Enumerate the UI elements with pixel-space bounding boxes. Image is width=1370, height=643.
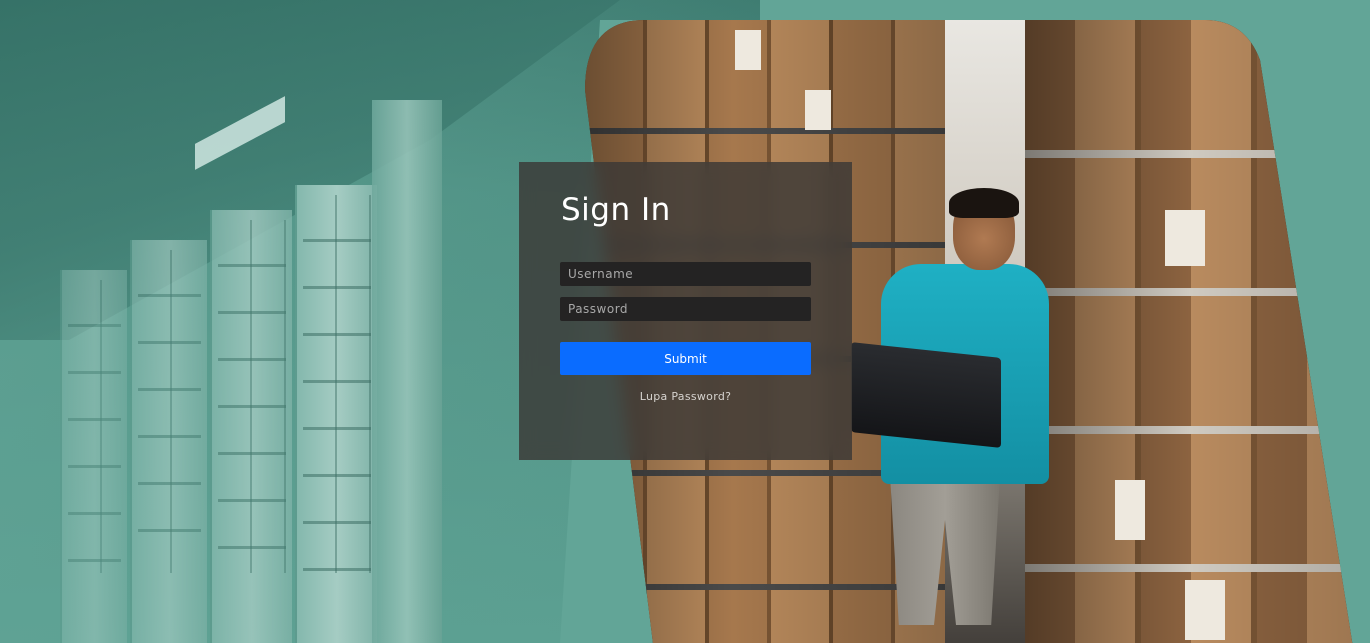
archive-shelf-right bbox=[1025, 20, 1355, 643]
box-label bbox=[1115, 480, 1145, 540]
archive-cabinet bbox=[295, 185, 377, 643]
box-label bbox=[1185, 580, 1225, 640]
sign-in-card: Sign In Submit Lupa Password? bbox=[519, 162, 852, 460]
login-page: Sign In Submit Lupa Password? bbox=[0, 0, 1370, 643]
box-label bbox=[805, 90, 831, 130]
sign-in-title: Sign In bbox=[561, 192, 671, 228]
archive-column bbox=[372, 100, 442, 643]
submit-button[interactable]: Submit bbox=[560, 342, 811, 375]
archive-cabinet bbox=[60, 270, 127, 643]
archive-cabinet bbox=[210, 210, 292, 643]
forgot-password-link[interactable]: Lupa Password? bbox=[519, 390, 852, 403]
box-label bbox=[735, 30, 761, 70]
archive-cabinet bbox=[130, 240, 207, 643]
laptop bbox=[851, 342, 1001, 448]
username-input[interactable] bbox=[560, 262, 811, 286]
password-input[interactable] bbox=[560, 297, 811, 321]
person-hair bbox=[949, 188, 1019, 218]
box-label bbox=[1165, 210, 1205, 266]
